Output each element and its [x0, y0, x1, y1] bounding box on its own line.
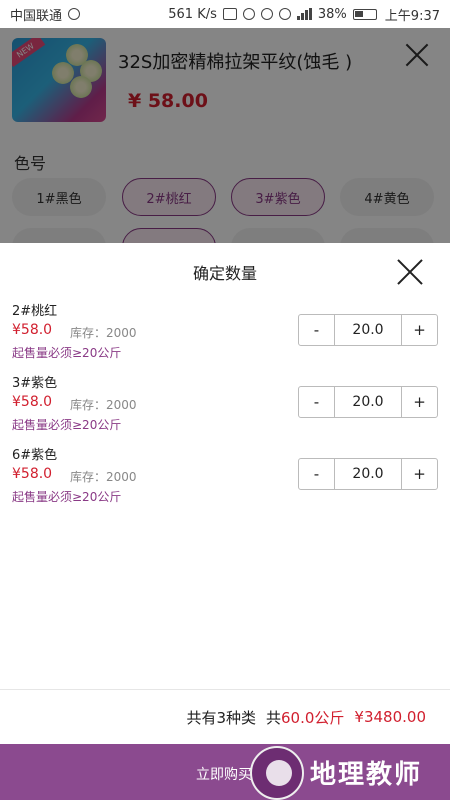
- total-weight: 60.0公斤: [281, 708, 345, 727]
- decrease-button[interactable]: -: [299, 315, 335, 345]
- watermark-logo: [250, 746, 304, 800]
- alarm-icon: [242, 8, 255, 20]
- increase-button[interactable]: +: [401, 387, 437, 417]
- item-name: 6#紫色: [12, 448, 58, 463]
- modal-title: 确定数量: [192, 264, 257, 283]
- list-item: 3#紫色 ¥58.0 库存：2000 起售量必须≥20公斤 - 20.0 +: [12, 372, 442, 438]
- quantity-stepper: - 20.0 +: [298, 314, 438, 346]
- item-name: 3#紫色: [12, 376, 58, 391]
- kind-count: 共有3种类: [186, 708, 256, 727]
- signal-icon: [296, 8, 312, 20]
- dim-overlay[interactable]: [0, 28, 450, 243]
- increase-button[interactable]: +: [401, 315, 437, 345]
- close-icon[interactable]: [396, 258, 424, 286]
- clock: 上午9:37: [384, 8, 440, 24]
- list-item: 6#紫色 ¥58.0 库存：2000 起售量必须≥20公斤 - 20.0 +: [12, 444, 442, 510]
- battery-percent: 38%: [317, 6, 347, 22]
- quantity-modal: 确定数量 2#桃红 ¥58.0 库存：2000 起售量必须≥20公斤 - 20.…: [0, 243, 450, 800]
- quantity-field[interactable]: 20.0: [335, 459, 401, 489]
- status-bar: 中国联通 561 K/s 38% 上午9:37: [0, 0, 450, 28]
- quantity-stepper: - 20.0 +: [298, 386, 438, 418]
- buy-now-label: 立即购买: [196, 767, 252, 783]
- watermark-text: 地理教师: [310, 760, 423, 790]
- quantity-field[interactable]: 20.0: [335, 387, 401, 417]
- battery-icon: [352, 8, 377, 20]
- list-item: 2#桃红 ¥58.0 库存：2000 起售量必须≥20公斤 - 20.0 +: [12, 300, 442, 366]
- quantity-field[interactable]: 20.0: [335, 315, 401, 345]
- increase-button[interactable]: +: [401, 459, 437, 489]
- vibrate-icon: [222, 8, 237, 20]
- carrier-label: 中国联通: [10, 8, 63, 24]
- item-stock: 库存：2000: [70, 470, 137, 484]
- item-min-note: 起售量必须≥20公斤: [12, 418, 122, 432]
- eye-icon: [260, 8, 273, 20]
- total-price: ¥3480.00: [354, 708, 426, 726]
- decrease-button[interactable]: -: [299, 387, 335, 417]
- total-prefix: 共: [266, 708, 282, 727]
- item-price: ¥58.0: [12, 322, 53, 338]
- item-min-note: 起售量必须≥20公斤: [12, 490, 122, 504]
- order-summary: 共有3种类 共 60.0公斤 ¥3480.00: [0, 689, 450, 744]
- network-speed: 561 K/s: [168, 6, 217, 22]
- usb-icon: [68, 8, 81, 20]
- item-price: ¥58.0: [12, 466, 53, 482]
- item-name: 2#桃红: [12, 304, 58, 319]
- wifi-icon: [278, 8, 291, 20]
- item-stock: 库存：2000: [70, 398, 137, 412]
- item-stock: 库存：2000: [70, 326, 137, 340]
- item-price: ¥58.0: [12, 394, 53, 410]
- item-min-note: 起售量必须≥20公斤: [12, 346, 122, 360]
- buy-now-button[interactable]: 立即购买 地理教师: [0, 744, 450, 800]
- quantity-stepper: - 20.0 +: [298, 458, 438, 490]
- decrease-button[interactable]: -: [299, 459, 335, 489]
